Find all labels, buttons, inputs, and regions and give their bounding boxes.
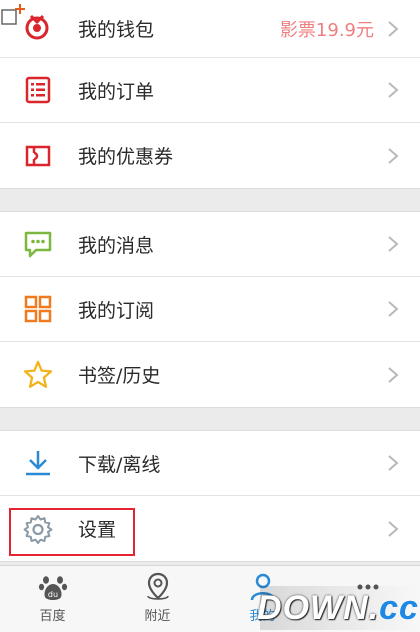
watermark-suffix: cc bbox=[379, 588, 419, 627]
tab-label: 百度 bbox=[39, 609, 66, 624]
coupon-icon bbox=[23, 141, 53, 171]
message-icon bbox=[23, 229, 53, 259]
chevron-right-icon bbox=[386, 300, 400, 318]
section-divider bbox=[0, 408, 420, 430]
menu-item-label: 我的订阅 bbox=[78, 299, 155, 322]
tab-baidu[interactable]: du 百度 bbox=[0, 566, 105, 632]
menu-section-content: 我的消息 我的订阅 书签/历史 bbox=[0, 211, 420, 408]
menu-item-label: 我的订单 bbox=[78, 80, 155, 103]
watermark-main: DOWN. bbox=[257, 588, 380, 627]
chevron-right-icon bbox=[386, 454, 400, 472]
chevron-right-icon bbox=[386, 147, 400, 165]
menu-item-orders[interactable]: 我的订单 bbox=[0, 58, 420, 123]
gear-icon bbox=[23, 514, 53, 544]
chevron-right-icon bbox=[386, 520, 400, 538]
chevron-right-icon bbox=[386, 20, 400, 38]
paw-icon: du bbox=[38, 572, 68, 602]
menu-item-wallet[interactable]: 我的钱包 影票19.9元 bbox=[0, 0, 420, 58]
menu-section-account: 我的钱包 影票19.9元 我的订单 我的优惠券 bbox=[0, 0, 420, 189]
menu-item-subscriptions[interactable]: 我的订阅 bbox=[0, 277, 420, 342]
grid-icon bbox=[23, 294, 53, 324]
chevron-right-icon bbox=[386, 81, 400, 99]
menu-item-label: 下载/离线 bbox=[78, 453, 161, 476]
chevron-right-icon bbox=[386, 366, 400, 384]
order-list-icon bbox=[23, 75, 53, 105]
menu-item-coupons[interactable]: 我的优惠券 bbox=[0, 123, 420, 188]
wallet-icon bbox=[23, 11, 53, 41]
wallet-balance: 影票19.9元 bbox=[279, 19, 374, 41]
menu-item-label: 我的消息 bbox=[78, 234, 155, 257]
menu-section-tools: 下载/离线 设置 bbox=[0, 430, 420, 562]
menu-item-label: 设置 bbox=[78, 519, 117, 541]
download-icon bbox=[23, 448, 53, 478]
location-pin-icon bbox=[143, 572, 173, 602]
chevron-right-icon bbox=[386, 235, 400, 253]
menu-item-settings[interactable]: 设置 bbox=[0, 496, 420, 561]
menu-item-downloads[interactable]: 下载/离线 bbox=[0, 431, 420, 496]
menu-item-label: 书签/历史 bbox=[78, 365, 161, 387]
tab-label: 附近 bbox=[144, 609, 171, 624]
menu-item-label: 我的钱包 bbox=[78, 19, 155, 41]
star-icon bbox=[23, 360, 53, 390]
menu-item-label: 我的优惠券 bbox=[78, 146, 174, 168]
svg-text:du: du bbox=[47, 590, 57, 599]
menu-item-messages[interactable]: 我的消息 bbox=[0, 212, 420, 277]
section-divider bbox=[0, 189, 420, 211]
tab-nearby[interactable]: 附近 bbox=[105, 566, 210, 632]
watermark-logo: DOWN. cc bbox=[257, 586, 419, 630]
menu-item-bookmarks[interactable]: 书签/历史 bbox=[0, 342, 420, 407]
